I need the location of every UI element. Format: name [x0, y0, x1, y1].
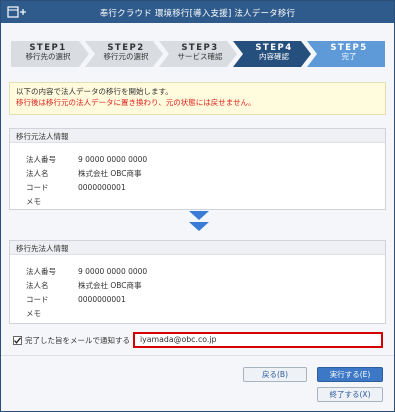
step-progress: STEP1 移行先の選択 STEP2 移行元の選択 STEP3 サービス確認 S…	[11, 41, 385, 67]
field-label: メモ	[26, 197, 41, 206]
confirmation-notice: 以下の内容で法人データの移行を開始します。 移行後は移行元の法人データに置き換わ…	[9, 82, 386, 115]
source-company-panel: 移行元法人情報 法人番号 9 0000 0000 0000 法人名 株式会社 OBC…	[9, 128, 386, 210]
source-row-number: 法人番号 9 0000 0000 0000	[26, 154, 147, 165]
step-3: STEP3 サービス確認	[165, 41, 235, 67]
target-row-number: 法人番号 9 0000 0000 0000	[26, 266, 147, 277]
field-value: 9 0000 0000 0000	[78, 267, 148, 276]
title-bar: 奉行クラウド 環境移行[導入支援] 法人データ移行	[1, 1, 394, 23]
step-2: STEP2 移行元の選択	[91, 41, 161, 67]
source-panel-heading: 移行元法人情報	[10, 129, 385, 143]
step-5: STEP5 完了	[313, 41, 385, 67]
step-3-label: サービス確認	[177, 51, 223, 61]
field-value: 0000000001	[78, 183, 126, 192]
window-title: 奉行クラウド 環境移行[導入支援] 法人データ移行	[99, 9, 296, 19]
back-button[interactable]: 戻る(B)	[243, 367, 307, 382]
field-label: コード	[26, 183, 49, 192]
notify-label: 完了した旨をメールで通知する	[25, 335, 130, 345]
field-label: 法人番号	[26, 155, 56, 164]
target-row-memo: メモ	[26, 308, 78, 319]
step-1-label: 移行先の選択	[25, 51, 71, 61]
field-label: 法人名	[26, 169, 49, 178]
checkmark-icon	[14, 336, 22, 344]
source-row-name: 法人名 株式会社 OBC商事	[26, 168, 142, 179]
field-label: メモ	[26, 309, 41, 318]
source-row-code: コード 0000000001	[26, 182, 126, 193]
target-row-code: コード 0000000001	[26, 294, 126, 305]
step-1: STEP1 移行先の選択	[11, 41, 85, 67]
step-4: STEP4 内容確認	[239, 41, 309, 67]
target-panel-heading: 移行先法人情報	[10, 241, 385, 255]
target-row-name: 法人名 株式会社 OBC商事	[26, 280, 142, 291]
field-value: 0000000001	[78, 295, 126, 304]
notice-message: 以下の内容で法人データの移行を開始します。	[16, 87, 173, 96]
notice-warning: 移行後は移行元の法人データに置き換わり、元の状態には戻せません。	[16, 97, 256, 107]
field-label: 法人名	[26, 281, 49, 290]
source-row-memo: メモ	[26, 196, 78, 207]
execute-button[interactable]: 実行する(E)	[317, 367, 383, 382]
step-2-label: 移行元の選択	[103, 51, 149, 61]
field-value: 株式会社 OBC商事	[78, 281, 142, 290]
field-label: 法人番号	[26, 267, 56, 276]
target-company-panel: 移行先法人情報 法人番号 9 0000 0000 0000 法人名 株式会社 OBC…	[9, 240, 386, 324]
email-input[interactable]: iyamada@obc.co.jp	[133, 332, 383, 348]
notify-checkbox[interactable]	[13, 335, 22, 345]
footer-divider	[1, 355, 394, 356]
step-4-label: 内容確認	[259, 51, 289, 61]
email-notify-option[interactable]: 完了した旨をメールで通知する	[13, 334, 130, 346]
field-value: 9 0000 0000 0000	[78, 155, 148, 164]
step-5-label: 完了	[341, 51, 357, 61]
dialog-window: 奉行クラウド 環境移行[導入支援] 法人データ移行 STEP1 移行先の選択 S…	[0, 0, 395, 412]
field-label: コード	[26, 295, 49, 304]
close-button[interactable]: 終了する(X)	[317, 387, 383, 402]
field-value: 株式会社 OBC商事	[78, 169, 142, 178]
double-chevron-down-icon	[189, 211, 209, 231]
